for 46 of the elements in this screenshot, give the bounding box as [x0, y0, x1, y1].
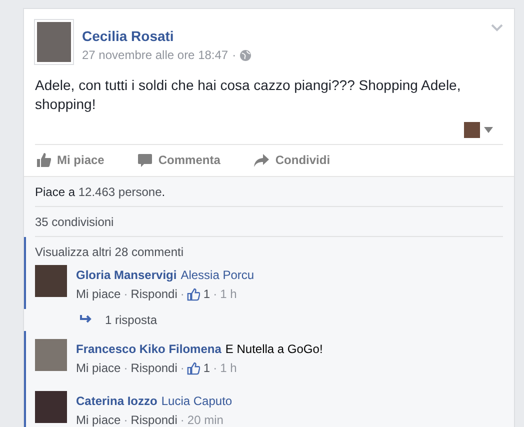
commenter-name[interactable]: Caterina Iozzo: [76, 394, 158, 408]
comment-like-count[interactable]: 1: [203, 361, 210, 375]
shares-count-link[interactable]: 35 condivisioni: [35, 215, 114, 229]
tagged-name-link[interactable]: Alessia Porcu: [180, 268, 254, 282]
separator-dot: ·: [180, 413, 184, 427]
thumbs-up-icon: [37, 153, 51, 167]
comment-body: E Nutella a GoGo!: [225, 342, 323, 356]
comment-like-count[interactable]: 1: [203, 287, 210, 301]
separator-dot: ·: [232, 48, 236, 62]
like-action-button[interactable]: Mi piace: [37, 153, 104, 167]
thumbs-up-icon: [187, 288, 200, 300]
like-link[interactable]: Mi piace: [76, 361, 121, 375]
comment-action-button[interactable]: Commenta: [138, 153, 220, 167]
separator-dot: ·: [180, 287, 184, 301]
post-text: Adele, con tutti i soldi che hai cosa cazzo piangi??? Shopping Adele, shopping!: [35, 76, 462, 114]
globe-icon: [240, 50, 252, 60]
reply-link[interactable]: Rispondi: [130, 287, 178, 301]
like-link[interactable]: Mi piace: [76, 287, 121, 301]
tagged-name-link[interactable]: Lucia Caputo: [161, 394, 232, 408]
commenter-name[interactable]: Gloria Manservigi: [76, 268, 177, 282]
separator-dot: ·: [124, 361, 128, 375]
separator-dot: ·: [124, 287, 128, 301]
separator-dot: ·: [213, 287, 218, 301]
reply-arrow-icon: [80, 315, 93, 325]
thumbs-up-icon: [187, 362, 200, 374]
reply-link[interactable]: Rispondi: [130, 413, 178, 427]
share-arrow-icon: [254, 154, 270, 166]
commenter-avatar-photo-placeholder[interactable]: [35, 391, 67, 423]
chevron-down-icon[interactable]: [491, 24, 503, 32]
separator-dot: ·: [213, 361, 218, 375]
share-action-button[interactable]: Condividi: [254, 153, 330, 167]
separator-dot: ·: [124, 413, 128, 427]
avatar-photo-placeholder: [35, 20, 73, 64]
commenter-avatar-photo-placeholder[interactable]: [35, 339, 67, 371]
view-replies-link[interactable]: 1 risposta: [80, 313, 514, 327]
speech-bubble-icon: [138, 154, 152, 166]
likes-summary: Piace a 12.463 persone.: [35, 177, 503, 207]
commenter-name[interactable]: Francesco Kiko Filomena: [76, 342, 222, 356]
likes-count-link[interactable]: 12.463 persone: [78, 185, 162, 199]
reply-link[interactable]: Rispondi: [130, 361, 178, 375]
like-link[interactable]: Mi piace: [76, 413, 121, 427]
separator-dot: ·: [180, 361, 184, 375]
caret-down-icon[interactable]: [484, 127, 493, 133]
commenter-avatar-photo-placeholder[interactable]: [35, 265, 67, 297]
author-name[interactable]: Cecilia Rosati: [82, 28, 252, 44]
view-more-comments-link[interactable]: Visualizza altri 28 commenti: [35, 245, 503, 259]
